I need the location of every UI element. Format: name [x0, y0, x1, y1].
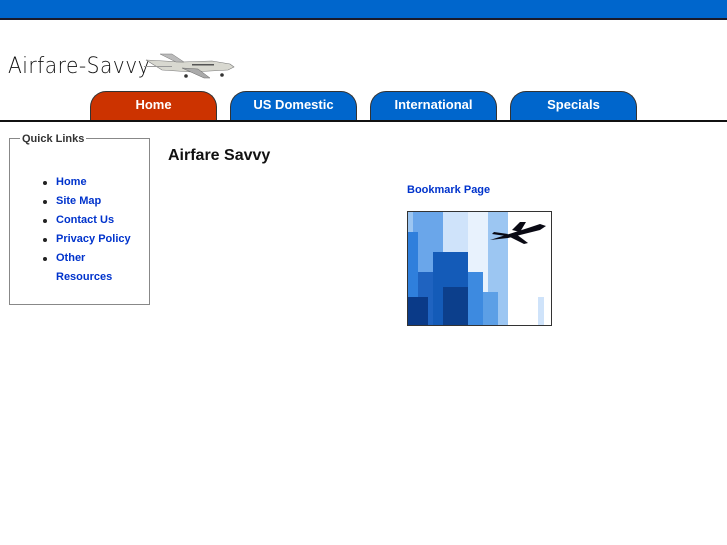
tab-us-domestic[interactable]: US Domestic: [230, 91, 357, 120]
quick-links-title: Quick Links: [20, 133, 87, 145]
tab-specials[interactable]: Specials: [510, 91, 637, 120]
site-logo[interactable]: Airfare-Savvy: [8, 48, 162, 84]
bullet-icon: [43, 200, 47, 204]
top-banner-bar: [0, 0, 727, 20]
list-item: Other Resources: [40, 249, 126, 287]
list-item: Site Map: [40, 192, 166, 211]
bullet-icon: [43, 238, 47, 242]
quick-link-other-resources[interactable]: Other Resources: [56, 252, 112, 283]
quick-link-contact-us[interactable]: Contact Us: [56, 214, 114, 226]
bookmark-page-link[interactable]: Bookmark Page: [407, 184, 490, 196]
jet-plane-icon: [144, 53, 235, 79]
list-item: Contact Us: [40, 211, 166, 230]
page-title: Airfare Savvy: [168, 147, 271, 164]
tab-home[interactable]: Home: [90, 91, 217, 120]
bullet-icon: [43, 219, 47, 223]
logo-text: Airfare-Savvy: [8, 53, 151, 79]
main-nav-tabs: Home US Domestic International Specials: [0, 90, 727, 122]
list-item: Home: [40, 173, 166, 192]
city-skyline-airplane-image: [407, 211, 552, 326]
skyline-image-graphic: [408, 212, 551, 325]
list-item: Privacy Policy: [40, 230, 166, 249]
quick-links-panel: Home Site Map Contact Us Privacy Policy …: [9, 138, 150, 305]
bullet-icon: [43, 257, 47, 261]
tab-international[interactable]: International: [370, 91, 497, 120]
quick-link-privacy-policy[interactable]: Privacy Policy: [56, 233, 131, 245]
bullet-icon: [43, 181, 47, 185]
quick-link-site-map[interactable]: Site Map: [56, 195, 101, 207]
quick-links-list: Home Site Map Contact Us Privacy Policy …: [40, 173, 166, 287]
quick-link-home[interactable]: Home: [56, 176, 87, 188]
